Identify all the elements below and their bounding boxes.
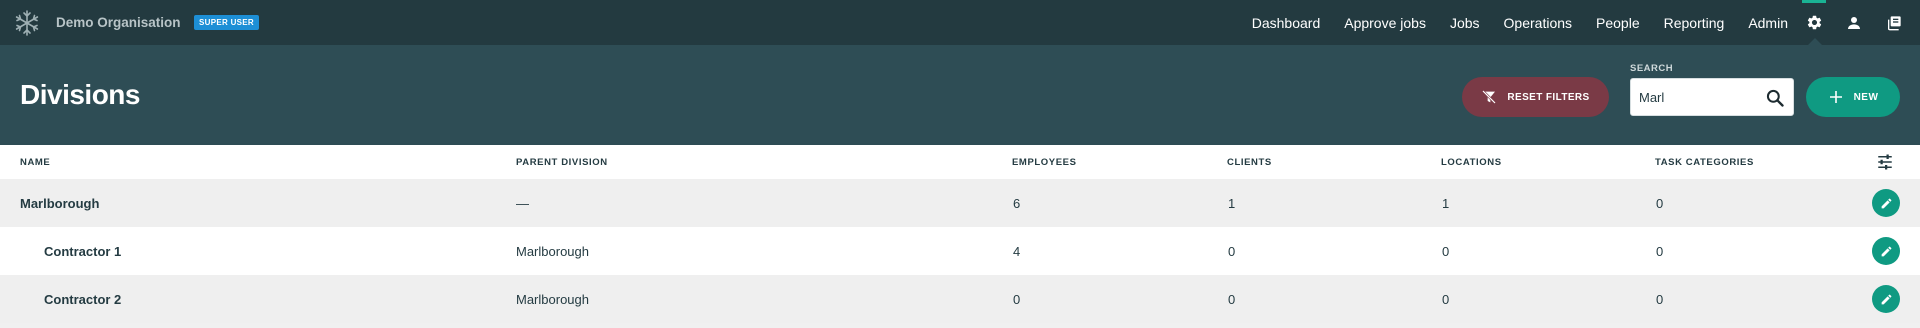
top-navbar: Demo Organisation SUPER USER Dashboard A…	[0, 0, 1920, 45]
table-header: NAME PARENT DIVISION EMPLOYEES CLIENTS L…	[0, 145, 1920, 179]
cell-employees: 4	[1013, 244, 1021, 259]
nav-admin[interactable]: Admin	[1748, 15, 1788, 31]
column-settings-icon[interactable]	[1876, 153, 1894, 171]
filter-off-icon	[1482, 90, 1497, 104]
edit-button[interactable]	[1872, 189, 1900, 217]
cell-name[interactable]: Contractor 2	[44, 292, 121, 307]
nav-operations[interactable]: Operations	[1504, 15, 1572, 31]
divisions-table: NAME PARENT DIVISION EMPLOYEES CLIENTS L…	[0, 145, 1920, 323]
cell-locations: 1	[1442, 196, 1450, 211]
cell-clients: 0	[1228, 292, 1236, 307]
column-header-clients[interactable]: CLIENTS	[1227, 157, 1272, 168]
cell-parent-division: Marlborough	[516, 244, 589, 259]
search-label: SEARCH	[1630, 63, 1674, 74]
search-icon[interactable]	[1765, 88, 1785, 108]
table-row[interactable]: Contractor 1 Marlborough 4 0 0 0	[0, 227, 1920, 275]
cell-locations: 0	[1442, 292, 1450, 307]
column-header-name[interactable]: NAME	[20, 157, 50, 168]
nav-settings[interactable]	[1794, 0, 1834, 45]
cell-task-categories: 0	[1656, 292, 1664, 307]
cell-clients: 0	[1228, 244, 1236, 259]
plus-icon	[1829, 91, 1842, 103]
nav-approve-jobs[interactable]: Approve jobs	[1344, 15, 1426, 31]
nav-jobs[interactable]: Jobs	[1450, 15, 1480, 31]
pencil-icon	[1881, 198, 1891, 208]
new-button-label: NEW	[1853, 91, 1879, 103]
search-input[interactable]	[1639, 79, 1759, 115]
nav-profile[interactable]	[1834, 0, 1874, 45]
table-row[interactable]: Marlborough — 6 1 1 0	[0, 179, 1920, 227]
column-header-employees[interactable]: EMPLOYEES	[1012, 157, 1077, 168]
cell-employees: 0	[1013, 292, 1021, 307]
edit-button[interactable]	[1872, 285, 1900, 313]
page-title: Divisions	[20, 79, 140, 110]
pencil-icon	[1881, 246, 1891, 256]
cell-employees: 6	[1013, 196, 1021, 211]
pencil-icon	[1881, 294, 1891, 304]
cell-parent-division: Marlborough	[516, 292, 589, 307]
cell-clients: 1	[1228, 196, 1236, 211]
table-row[interactable]: Contractor 2 Marlborough 0 0 0 0	[0, 275, 1920, 323]
cell-task-categories: 0	[1656, 244, 1664, 259]
cell-name[interactable]: Contractor 1	[44, 244, 121, 259]
main-nav: Dashboard Approve jobs Jobs Operations P…	[1252, 0, 1920, 45]
cell-parent-division: —	[516, 196, 529, 211]
column-header-task-categories[interactable]: TASK CATEGORIES	[1655, 157, 1754, 168]
nav-dashboard[interactable]: Dashboard	[1252, 15, 1321, 31]
reset-filters-label: RESET FILTERS	[1507, 91, 1590, 103]
edit-button[interactable]	[1872, 237, 1900, 265]
organisation-name: Demo Organisation	[56, 15, 181, 30]
nav-documents[interactable]	[1874, 0, 1914, 45]
super-user-badge: SUPER USER	[194, 15, 260, 30]
new-division-button[interactable]: NEW	[1806, 77, 1900, 117]
nav-reporting[interactable]: Reporting	[1664, 15, 1725, 31]
page-header: Divisions RESET FILTERS SEARCH NEW	[0, 45, 1920, 145]
copy-icon	[1888, 15, 1901, 30]
cell-task-categories: 0	[1656, 196, 1664, 211]
nav-people[interactable]: People	[1596, 15, 1640, 31]
user-icon	[1848, 16, 1860, 29]
cell-locations: 0	[1442, 244, 1450, 259]
column-header-parent-division[interactable]: PARENT DIVISION	[516, 157, 608, 168]
snowflake-logo-icon[interactable]	[13, 9, 41, 37]
search-box	[1630, 78, 1794, 116]
reset-filters-button[interactable]: RESET FILTERS	[1462, 77, 1609, 117]
cell-name[interactable]: Marlborough	[20, 196, 99, 211]
column-header-locations[interactable]: LOCATIONS	[1441, 157, 1502, 168]
gear-icon	[1807, 15, 1821, 30]
